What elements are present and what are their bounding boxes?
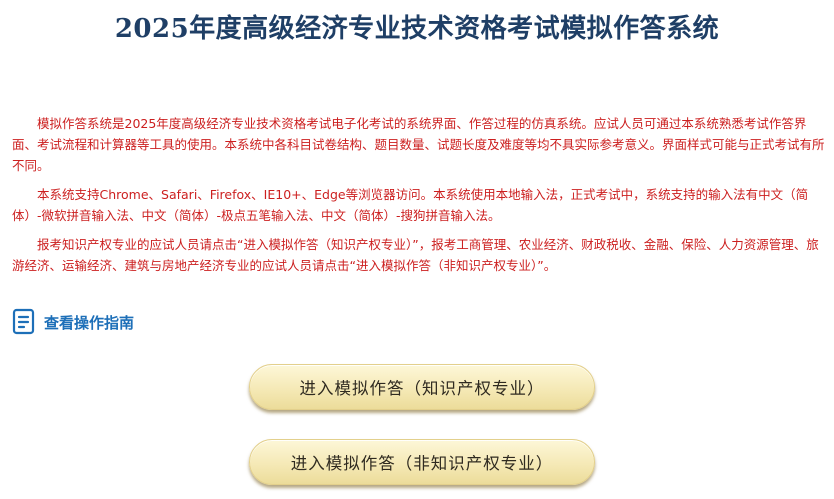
intro-paragraph: 本系统支持Chrome、Safari、Firefox、IE10+、Edge等浏览…	[12, 187, 809, 223]
intro-paragraph: 报考知识产权专业的应试人员请点击“进入模拟作答（知识产权专业）”，报考工商管理、…	[12, 237, 819, 273]
intro-paragraph: 模拟作答系统是2025年度高级经济专业技术资格考试电子化考试的系统界面、作答过程…	[12, 116, 825, 173]
document-icon	[12, 308, 36, 336]
enter-mock-non-ip-button[interactable]: 进入模拟作答（非知识产权专业）	[249, 439, 595, 485]
page-title: 2025年度高级经济专业技术资格考试模拟作答系统	[114, 14, 720, 44]
operation-guide-link[interactable]: 查看操作指南	[12, 308, 134, 336]
intro-text: 模拟作答系统是2025年度高级经济专业技术资格考试电子化考试的系统界面、作答过程…	[12, 113, 830, 284]
operation-guide-label[interactable]: 查看操作指南	[44, 312, 134, 333]
enter-mock-ip-button[interactable]: 进入模拟作答（知识产权专业）	[249, 364, 595, 410]
